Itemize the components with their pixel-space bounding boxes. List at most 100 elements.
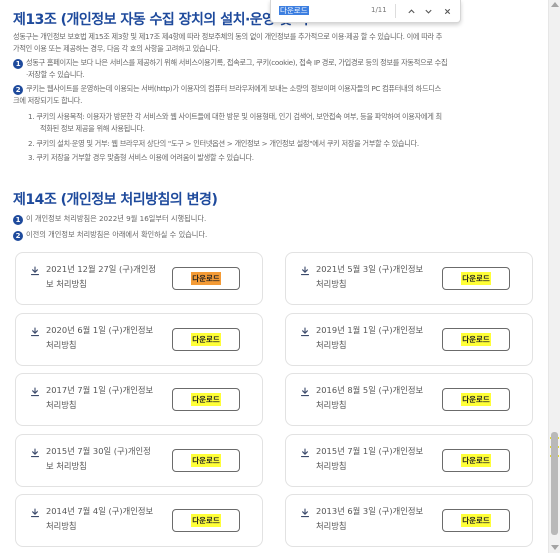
download-button-label: 다운로드 — [461, 272, 491, 285]
number-badge: 2 — [13, 85, 23, 95]
card-label-line1: 2013년 6월 3일 (구)개인정보 — [316, 506, 424, 516]
section13-sub-3: 3. 쿠키 저장을 거부할 경우 맞춤형 서비스 이용에 어려움이 발생할 수 … — [28, 153, 254, 162]
download-card: 2019년 1월 1일 (구)개인정보처리방침 다운로드 — [285, 313, 533, 366]
card-label: 2013년 6월 3일 (구)개인정보처리방침 — [316, 504, 440, 534]
card-label: 2014년 7월 4일 (구)개인정보 처리방침 — [46, 504, 170, 534]
card-label-line2: 처리방침 — [46, 340, 77, 350]
download-button-label: 다운로드 — [191, 333, 221, 346]
download-button-label: 다운로드 — [191, 272, 221, 285]
page-content: 제13조 (개인정보 자동 수집 장치의 설치·운영 및 거 성동구는 개인정보… — [0, 0, 548, 553]
download-icon — [300, 327, 310, 337]
download-card: 2014년 7월 4일 (구)개인정보 처리방침 다운로드 — [15, 494, 263, 547]
section14-item-1-text: 이 개인정보 처리방침은 2022년 9월 16일부터 시행됩니다. — [26, 214, 207, 223]
card-label-line1: 2021년 5월 3일 (구)개인정보 — [316, 264, 424, 274]
card-label: 2020년 6월 1일 (구)개인정보처리방침 — [46, 323, 170, 353]
section14-item-2: 2 이전의 개인정보 처리방침은 아래에서 확인하실 수 있습니다. — [13, 229, 207, 241]
download-button-label: 다운로드 — [461, 514, 491, 527]
download-button[interactable]: 다운로드 — [172, 388, 240, 411]
find-query: 다운로드 — [279, 6, 309, 15]
number-badge: 2 — [13, 231, 23, 241]
card-label: 2015년 7월 30일 (구)개인정보 처리방침 — [46, 444, 170, 474]
chevron-up-icon — [407, 8, 415, 13]
card-label-line2: 처리방침 — [316, 400, 347, 410]
card-label-line2: 처리방침 — [46, 521, 77, 531]
download-card: 2016년 8월 5일 (구)개인정보처리방침 다운로드 — [285, 373, 533, 426]
section13-intro-line2: 가적인 이용 또는 제공하는 경우, 다음 각 호의 사항을 고려하고 있습니다… — [13, 44, 220, 53]
download-card: 2021년 5월 3일 (구)개인정보처리방침 다운로드 — [285, 252, 533, 305]
section13-sub-2: 2. 쿠키의 설치·운영 및 거부: 웹 브라우저 상단의 "도구 > 인터넷옵… — [28, 139, 419, 148]
download-card: 2015년 7월 1일 (구)개인정보처리방침 다운로드 — [285, 434, 533, 487]
download-button[interactable]: 다운로드 — [442, 388, 510, 411]
section14-item-1: 1이 개인정보 처리방침은 2022년 9월 16일부터 시행됩니다. — [13, 213, 206, 225]
card-label-line1: 2015년 7월 1일 (구)개인정보 — [316, 446, 424, 456]
find-next-button[interactable] — [421, 4, 435, 18]
download-icon — [300, 387, 310, 397]
section13-item-1-cont: ·저장할 수 있습니다. — [26, 70, 85, 79]
card-label-line1: 2020년 6월 1일 (구)개인정보 — [46, 325, 154, 335]
download-icon — [30, 327, 40, 337]
section13-item-1-text: 성동구 홈페이지는 보다 나은 서비스를 제공하기 위해 서비스이용기록, 접속… — [26, 58, 448, 67]
scrollbar[interactable] — [548, 0, 560, 553]
scroll-down-arrow-icon[interactable] — [551, 545, 559, 550]
number-badge: 1 — [13, 59, 23, 69]
find-prev-button[interactable] — [404, 4, 418, 18]
download-card: 2017년 7월 1일 (구)개인정보 처리방침 다운로드 — [15, 373, 263, 426]
scroll-up-arrow-icon[interactable] — [551, 2, 559, 7]
card-label: 2016년 8월 5일 (구)개인정보처리방침 — [316, 383, 440, 413]
download-button[interactable]: 다운로드 — [172, 509, 240, 532]
download-button[interactable]: 다운로드 — [172, 267, 240, 290]
download-button[interactable]: 다운로드 — [172, 328, 240, 351]
scrollbar-thumb[interactable] — [551, 432, 558, 535]
card-label: 2015년 7월 1일 (구)개인정보처리방침 — [316, 444, 440, 474]
download-button[interactable]: 다운로드 — [442, 328, 510, 351]
card-label-line2: 처리방침 — [316, 461, 347, 471]
download-icon — [30, 448, 40, 458]
card-label-line2: 처리방침 — [316, 340, 347, 350]
section13-intro: 성동구는 개인정보 보호법 제15조 제3항 및 제17조 제4항에 따라 정보… — [13, 31, 541, 55]
card-label-line1: 2016년 8월 5일 (구)개인정보 — [316, 385, 424, 395]
section13-sub-1-line2: 적화된 정보 제공을 위해 사용됩니다. — [40, 124, 145, 133]
download-icon — [300, 508, 310, 518]
card-label: 2017년 7월 1일 (구)개인정보 처리방침 — [46, 383, 170, 413]
card-label-line2: 처리방침 — [316, 279, 347, 289]
download-icon — [30, 387, 40, 397]
download-button[interactable]: 다운로드 — [442, 509, 510, 532]
section13-item-2-cont: 크에 저장되기도 합니다. — [13, 96, 83, 105]
card-label-line1: 2021년 12월 27일 (구)개인정 — [46, 264, 157, 274]
download-icon — [30, 508, 40, 518]
download-button-label: 다운로드 — [461, 393, 491, 406]
download-card: 2015년 7월 30일 (구)개인정보 처리방침 다운로드 — [15, 434, 263, 487]
download-button[interactable]: 다운로드 — [442, 449, 510, 472]
download-icon — [300, 448, 310, 458]
download-button[interactable]: 다운로드 — [172, 449, 240, 472]
download-button-label: 다운로드 — [461, 454, 491, 467]
section13-sub-1: 1. 쿠키의 사용목적: 이용자가 방문한 각 서비스와 웹 사이트들에 대한 … — [28, 111, 538, 135]
download-button-label: 다운로드 — [191, 393, 221, 406]
find-bar: 다운로드 1/11 — [270, 0, 461, 23]
card-label: 2019년 1월 1일 (구)개인정보처리방침 — [316, 323, 440, 353]
section13-sub-1-line1: 1. 쿠키의 사용목적: 이용자가 방문한 각 서비스와 웹 사이트들에 대한 … — [28, 112, 442, 121]
download-icon — [30, 266, 40, 276]
find-count: 1/11 — [371, 6, 387, 14]
card-label: 2021년 12월 27일 (구)개인정보 처리방침 — [46, 262, 170, 292]
card-label-line2: 처리방침 — [316, 521, 347, 531]
card-label-line2: 보 처리방침 — [46, 461, 87, 471]
find-close-button[interactable] — [440, 4, 454, 18]
section14-title: 제14조 (개인정보 처리방침의 변경) — [13, 192, 218, 208]
card-label-line1: 2017년 7월 1일 (구)개인정보 — [46, 385, 154, 395]
download-icon — [300, 266, 310, 276]
section13-title: 제13조 (개인정보 자동 수집 장치의 설치·운영 및 거 — [13, 12, 309, 28]
card-label-line2: 보 처리방침 — [46, 279, 87, 289]
find-divider — [395, 4, 396, 18]
card-label-line1: 2015년 7월 30일 (구)개인정 — [46, 446, 151, 456]
number-badge: 1 — [13, 215, 23, 225]
download-card: 2020년 6월 1일 (구)개인정보처리방침 다운로드 — [15, 313, 263, 366]
download-button-label: 다운로드 — [461, 333, 491, 346]
download-button[interactable]: 다운로드 — [442, 267, 510, 290]
download-card: 2021년 12월 27일 (구)개인정보 처리방침 다운로드 — [15, 252, 263, 305]
download-button-label: 다운로드 — [191, 454, 221, 467]
find-input[interactable]: 다운로드 — [279, 5, 309, 16]
section13-item-1: 1 성동구 홈페이지는 보다 나은 서비스를 제공하기 위해 서비스이용기록, 접… — [13, 57, 541, 81]
section13-item-2: 2 쿠키는 웹사이트를 운영하는데 이용되는 서버(http)가 이용자의 컴퓨터… — [13, 83, 541, 107]
card-label-line1: 2019년 1월 1일 (구)개인정보 — [316, 325, 424, 335]
